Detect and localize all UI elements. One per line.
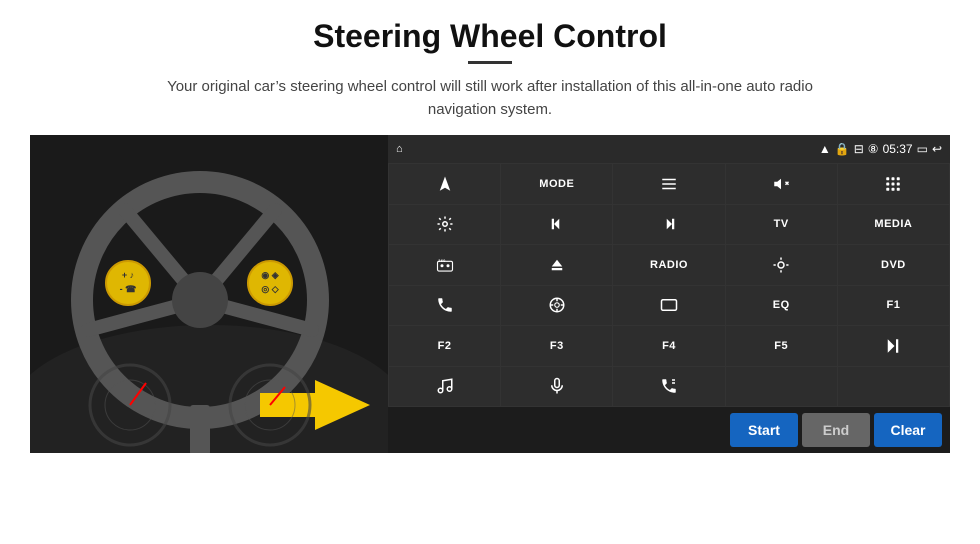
action-bar: Start End Clear [388,407,950,453]
end-button[interactable]: End [802,413,870,447]
content-row: + ♪ - ☎ ◉ ◈ ◎ ◇ [30,135,950,453]
android-head-unit: ⌂ ▲ 🔒 ⊟ ⑧ 05:37 ▭ ↩ MODE [388,135,950,453]
sd-icon: ⊟ [854,142,864,156]
btn-f4[interactable]: F4 [613,326,724,366]
btn-prev[interactable] [501,205,612,245]
btn-dvd[interactable]: DVD [838,245,949,285]
btn-brightness[interactable] [726,245,837,285]
btn-empty-1 [726,367,837,407]
btn-nav[interactable] [389,164,500,204]
btn-mic[interactable] [501,367,612,407]
start-button[interactable]: Start [730,413,798,447]
time-display: 05:37 [883,142,913,156]
btn-tv[interactable]: TV [726,205,837,245]
btn-360cam[interactable]: 360 [389,245,500,285]
bt-icon: ⑧ [868,142,879,156]
steering-wheel-image: + ♪ - ☎ ◉ ◈ ◎ ◇ [30,135,388,453]
btn-mode[interactable]: MODE [501,164,612,204]
svg-text:360: 360 [438,259,445,263]
btn-music[interactable] [389,367,500,407]
btn-handsfree[interactable] [613,367,724,407]
svg-text:+ ♪: + ♪ [122,270,134,280]
page-title: Steering Wheel Control [313,18,667,55]
btn-f3[interactable]: F3 [501,326,612,366]
btn-media[interactable]: MEDIA [838,205,949,245]
lock-icon: 🔒 [835,142,850,156]
home-icon[interactable]: ⌂ [396,143,403,155]
svg-text:◎ ◇: ◎ ◇ [261,284,279,294]
btn-mute[interactable] [726,164,837,204]
page-subtitle: Your original car’s steering wheel contr… [140,76,840,121]
btn-f2[interactable]: F2 [389,326,500,366]
btn-f1[interactable]: F1 [838,286,949,326]
status-bar-left: ⌂ [396,143,403,155]
title-divider [468,61,512,64]
btn-navi[interactable] [501,286,612,326]
status-bar: ⌂ ▲ 🔒 ⊟ ⑧ 05:37 ▭ ↩ [388,135,950,163]
btn-apps[interactable] [838,164,949,204]
svg-text:◉ ◈: ◉ ◈ [261,270,279,280]
btn-f5[interactable]: F5 [726,326,837,366]
btn-screen[interactable] [613,286,724,326]
btn-settings[interactable] [389,205,500,245]
button-grid: MODE [388,163,950,407]
svg-text:- ☎: - ☎ [120,284,137,294]
btn-eq[interactable]: EQ [726,286,837,326]
back-icon: ↩ [932,142,942,156]
status-bar-right: ▲ 🔒 ⊟ ⑧ 05:37 ▭ ↩ [819,142,942,156]
btn-eject[interactable] [501,245,612,285]
page-container: Steering Wheel Control Your original car… [0,0,980,544]
wifi-icon: ▲ [819,142,831,156]
btn-empty-2 [838,367,949,407]
btn-next[interactable] [613,205,724,245]
window-icon: ▭ [917,142,928,156]
btn-playpause[interactable] [838,326,949,366]
btn-list[interactable] [613,164,724,204]
btn-radio[interactable]: RADIO [613,245,724,285]
btn-phone[interactable] [389,286,500,326]
clear-button[interactable]: Clear [874,413,942,447]
